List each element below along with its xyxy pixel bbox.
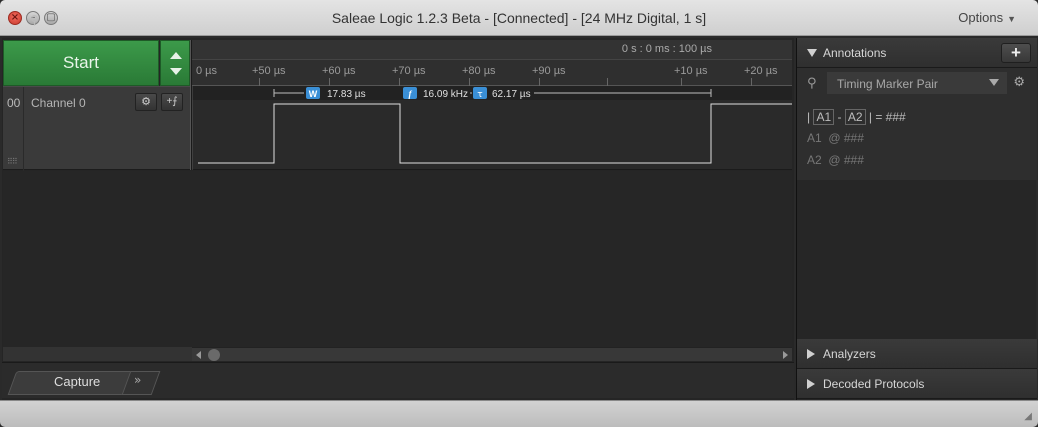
app-window: × – ▢ Saleae Logic 1.2.3 Beta - [Connect… [0, 0, 1038, 427]
window-title: Saleae Logic 1.2.3 Beta - [Connected] - … [331, 10, 707, 26]
sidebar: Annotations + ⚲ Timing Marker Pair ⚙ | A… [796, 38, 1037, 400]
add-annotation-button[interactable]: + [1001, 43, 1031, 63]
channel-row[interactable]: 00 ⠿⠿ Channel 0 ⚙ +⨍ [3, 86, 190, 171]
tick-mark [259, 78, 260, 86]
marker-a2-chip[interactable]: A2 [844, 109, 866, 125]
tick-label: +90 µs [532, 65, 566, 77]
search-icon: ⚲ [30, 13, 39, 27]
double-chevron-right-icon: » [134, 373, 142, 387]
drag-handle-icon[interactable]: ⠿⠿ [7, 157, 18, 166]
tick-mark [751, 78, 752, 86]
tick-label: +60 µs [322, 65, 356, 77]
chevron-down-icon: ▼ [1007, 14, 1016, 24]
tick-label: 0 µs [196, 65, 218, 77]
annotations-header[interactable]: Annotations + [797, 38, 1037, 68]
time-ruler[interactable]: 0 µs +50 µs +60 µs +70 µs +80 µs +90 µs … [192, 60, 792, 86]
tick-mark [539, 78, 540, 86]
marker-difference: | A1 - A2 | = ### [807, 109, 906, 125]
gear-icon[interactable]: ⚙ [1013, 75, 1025, 90]
marker-a2-row: A2 @ ### [807, 153, 864, 167]
expand-triangle-icon [807, 379, 815, 389]
arrow-up-icon [170, 52, 182, 59]
marker-a1-chip[interactable]: A1 [813, 109, 835, 125]
decoded-protocols-label: Decoded Protocols [823, 377, 925, 391]
tab-bar [2, 362, 794, 398]
channel-0-waveform: W 17.83 µs f 16.09 kHz τ 62.17 µs [192, 86, 792, 170]
tick-mark [607, 78, 608, 86]
minus-sign: - [837, 110, 842, 124]
tick-label: +10 µs [674, 65, 708, 77]
capture-settings-arrows[interactable] [160, 40, 190, 86]
tick-mark [399, 78, 400, 86]
tick-label: +20 µs [744, 65, 778, 77]
marker-type-value: Timing Marker Pair [837, 77, 938, 91]
analyzers-header[interactable]: Analyzers [797, 339, 1037, 369]
channel-list-empty-area [3, 171, 792, 347]
annotations-label: Annotations [823, 46, 887, 60]
tick-label: +70 µs [392, 65, 426, 77]
width-badge-letter: W [309, 89, 318, 99]
marker-a1-value: @ ### [828, 131, 864, 145]
marker-a1-row: A1 @ ### [807, 131, 864, 145]
options-menu-button[interactable]: Options ▼ [958, 10, 1016, 25]
collapse-triangle-icon [807, 49, 817, 57]
channel-name[interactable]: Channel 0 [31, 96, 86, 110]
timestamp-readout: 0 s : 0 ms : 100 µs [621, 43, 712, 55]
marker-a1-label: A1 [807, 131, 822, 145]
analyzers-label: Analyzers [823, 347, 876, 361]
timing-marker-row: ⚲ Timing Marker Pair ⚙ [797, 68, 1037, 98]
tick-mark [681, 78, 682, 86]
difference-value: = ### [875, 110, 906, 124]
scroll-thumb[interactable] [208, 349, 220, 361]
start-capture-button[interactable]: Start [3, 40, 159, 86]
tick-label: +80 µs [462, 65, 496, 77]
scroll-left-icon[interactable] [196, 351, 201, 359]
expand-triangle-icon [807, 349, 815, 359]
chevron-down-icon [989, 79, 999, 86]
timestamp-bar: 0 s : 0 ms : 100 µs [192, 40, 792, 60]
resize-grip-icon[interactable]: ◢ [1024, 411, 1032, 422]
width-value: 17.83 µs [327, 89, 366, 100]
status-bar: ◢ [0, 400, 1038, 427]
decoded-protocols-header[interactable]: Decoded Protocols [797, 369, 1037, 399]
tick-mark [329, 78, 330, 86]
tick-label: +50 µs [252, 65, 286, 77]
annotation-values: | A1 - A2 | = ### A1 @ ### A2 @ ### [797, 98, 1037, 180]
arrow-down-icon [170, 68, 182, 75]
frequency-value: 16.09 kHz [423, 89, 468, 100]
options-label: Options [958, 10, 1004, 25]
trigger-edge-icon[interactable]: +⨍ [161, 93, 183, 111]
marker-a2-label: A2 [807, 153, 822, 167]
scroll-right-icon[interactable] [783, 351, 788, 359]
period-badge-letter: τ [477, 90, 482, 100]
channel-settings-gear-icon[interactable]: ⚙ [135, 93, 157, 111]
marker-type-select[interactable]: Timing Marker Pair [827, 72, 1007, 94]
title-bar: × – ▢ Saleae Logic 1.2.3 Beta - [Connect… [0, 0, 1038, 36]
pin-icon[interactable]: ⚲ [807, 76, 817, 91]
tick-mark [469, 78, 470, 86]
scroll-spacer [3, 347, 192, 361]
marker-a2-value: @ ### [828, 153, 864, 167]
tab-capture-label: Capture [54, 374, 101, 389]
period-value: 62.17 µs [492, 89, 531, 100]
horizontal-scrollbar[interactable] [192, 347, 792, 361]
